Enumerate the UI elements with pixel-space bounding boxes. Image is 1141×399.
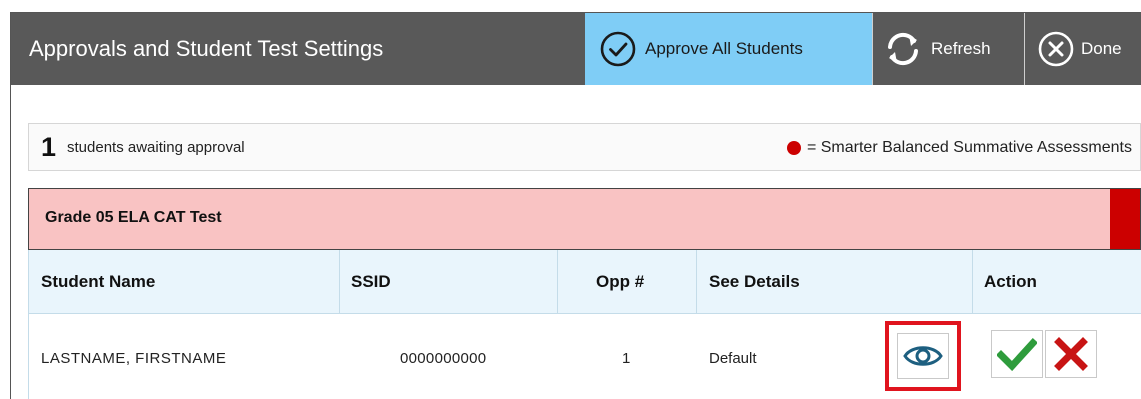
deny-button[interactable] [1045, 330, 1097, 378]
header-student-name: Student Name [41, 272, 156, 291]
approve-all-button[interactable]: Approve All Students [585, 13, 872, 85]
view-details-button[interactable] [885, 321, 961, 391]
close-circle-icon [1038, 31, 1074, 67]
details-cell: Default [709, 350, 757, 367]
refresh-label: Refresh [931, 39, 991, 58]
ssid-cell: 0000000000 [400, 350, 487, 367]
approve-button[interactable] [991, 330, 1043, 378]
table-header-row: Student Name SSID Opp # See Details Acti… [28, 250, 1141, 314]
awaiting-count: 1 [41, 132, 57, 162]
check-icon [997, 338, 1037, 371]
done-button[interactable]: Done [1024, 13, 1141, 85]
smarter-balanced-marker [1110, 189, 1140, 249]
column-action: Action [973, 250, 1141, 313]
legend: = Smarter Balanced Summative Assessments [786, 139, 1132, 157]
done-label: Done [1081, 39, 1122, 58]
dialog-title: Approvals and Student Test Settings [29, 36, 384, 61]
dialog-header: Approvals and Student Test Settings Appr… [11, 13, 1141, 85]
test-name: Grade 05 ELA CAT Test [45, 209, 222, 226]
refresh-icon [888, 32, 918, 66]
table-row: LASTNAME, FIRSTNAME 0000000000 1 Default [28, 314, 1141, 399]
student-name-cell: LASTNAME, FIRSTNAME [41, 350, 227, 367]
column-student-name: Student Name [29, 250, 340, 313]
refresh-button[interactable]: Refresh [872, 13, 1024, 85]
header-action: Action [984, 272, 1037, 291]
test-section-header: Grade 05 ELA CAT Test [28, 188, 1141, 250]
eye-icon [903, 346, 943, 366]
view-details-icon-frame [897, 333, 949, 379]
awaiting-text: students awaiting approval [67, 139, 245, 156]
red-dot-icon [786, 141, 801, 155]
awaiting-approval-bar: 1 students awaiting approval = Smarter B… [28, 123, 1141, 171]
column-see-details: See Details [697, 250, 973, 313]
approve-all-label: Approve All Students [645, 39, 803, 58]
x-icon [1054, 337, 1088, 371]
header-see-details: See Details [709, 272, 800, 291]
check-circle-icon [600, 31, 636, 67]
approvals-dialog: Approvals and Student Test Settings Appr… [10, 12, 1141, 399]
legend-text: = Smarter Balanced Summative Assessments [806, 139, 1132, 156]
opp-cell: 1 [622, 350, 631, 367]
column-opp: Opp # [558, 250, 697, 313]
column-ssid: SSID [340, 250, 558, 313]
header-ssid: SSID [351, 272, 391, 291]
header-opp: Opp # [596, 272, 645, 291]
